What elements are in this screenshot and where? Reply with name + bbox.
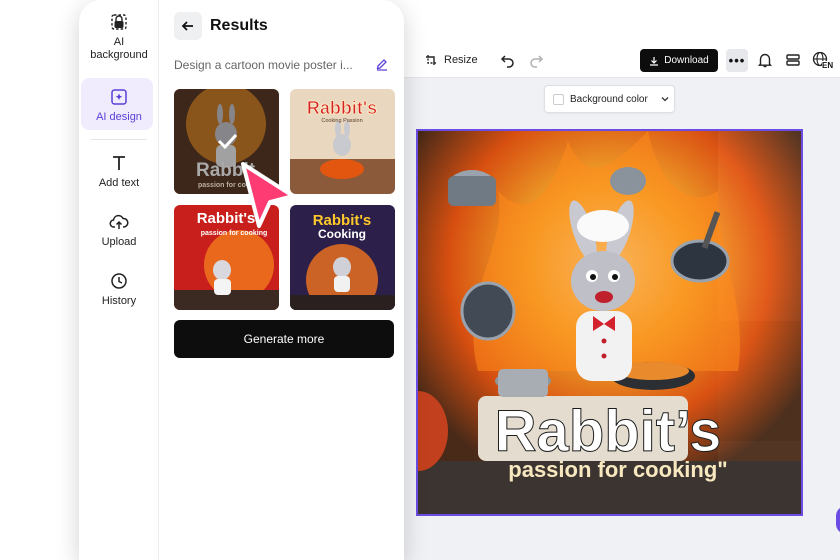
results-title: Results [210,17,268,34]
result-thumbnail-2[interactable]: Rabbit's Cooking Passion [290,89,395,194]
download-icon [650,56,659,66]
upload-icon [109,214,129,229]
download-label: Download [664,55,709,66]
download-button[interactable]: Download [640,49,718,72]
rail-divider [91,139,147,140]
chevron-down-icon [661,97,669,102]
rail-item-history[interactable]: History [79,271,159,308]
rail-item-label: Upload [101,236,137,248]
results-header: Results [174,12,268,40]
resize-label: Resize [444,54,478,66]
thumbnail-title: Rabbit's [307,98,377,118]
poster-image: Rabbit’s passion for cooking" [418,131,801,514]
background-color-label: Background color [570,93,648,105]
rail-item-label: Add text [98,177,140,189]
generate-more-button[interactable]: Generate more [174,320,394,358]
ai-background-icon [111,14,127,30]
edit-prompt-icon[interactable] [375,57,389,71]
design-canvas[interactable]: Rabbit’s passion for cooking" [416,129,803,516]
redo-button[interactable] [528,42,544,78]
resize-button[interactable]: Resize [424,42,478,78]
layers-icon[interactable] [784,51,802,69]
more-options-button[interactable]: ••• [726,49,748,72]
thumbnail-subtitle: Cooking [318,227,366,241]
rail-item-label: AI design [96,111,142,123]
color-swatch [553,93,564,105]
redo-icon [530,55,544,68]
rail-item-add-text[interactable]: Add text [79,153,159,190]
rail-item-ai-design[interactable]: AI design [79,87,159,124]
poster-title: Rabbit’s [495,399,722,464]
back-button[interactable] [174,12,202,40]
language-selector[interactable]: EN [812,51,836,70]
resize-icon [426,55,436,65]
rail-item-upload[interactable]: Upload [79,212,159,249]
background-color-button[interactable]: Background color [544,85,675,113]
editor-toolbar: Resize Download ••• EN [380,42,840,78]
tool-rail: AI background AI design Add text Upload … [79,0,159,560]
prompt-text: Design a cartoon movie poster i... [174,58,353,72]
rail-item-label: AI background [90,36,148,61]
rail-item-label: History [101,295,137,307]
undo-icon [500,55,514,68]
ai-design-icon [111,89,127,105]
arrow-left-icon [181,21,193,31]
pointer-cursor-icon [241,162,295,228]
undo-button[interactable] [500,42,516,78]
rail-item-ai-background[interactable]: AI background [79,12,159,62]
thumbnail-image: Rabbit's Cooking [290,205,395,310]
more-icon: ••• [728,53,746,68]
thumbnail-subtitle: Cooking Passion [321,118,362,124]
text-icon [113,156,125,170]
result-thumbnail-4[interactable]: Rabbit's Cooking [290,205,395,310]
language-label: EN [822,61,834,70]
thumbnail-image: Rabbit's Cooking Passion [290,89,395,194]
ai-design-panel: AI background AI design Add text Upload … [79,0,404,560]
poster-subtitle: passion for cooking" [508,457,727,482]
history-icon [111,273,127,289]
bell-icon[interactable] [756,51,774,69]
